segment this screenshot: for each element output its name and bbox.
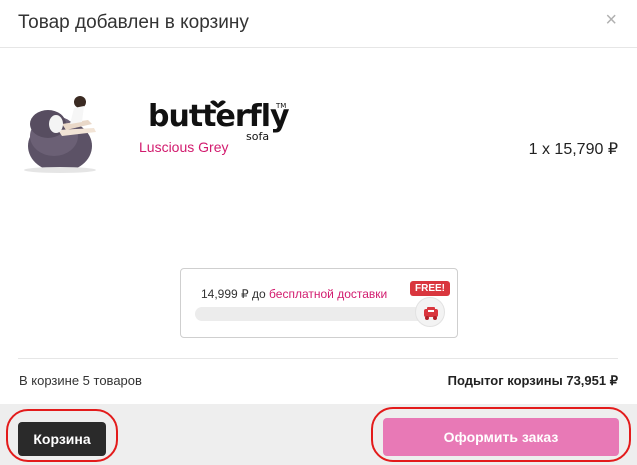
product-image[interactable] — [18, 84, 110, 176]
cart-item-count: В корзине 5 товаров — [19, 373, 142, 388]
cart-subtotal: Подытог корзины 73,951 ₽ — [448, 373, 618, 389]
modal-footer: Корзина Оформить заказ — [0, 404, 637, 465]
free-shipping-progress-box: 14,999 ₽ до бесплатной доставки FREE! — [180, 268, 458, 338]
summary-divider — [18, 358, 618, 359]
svg-text:TM: TM — [275, 102, 286, 110]
product-price-quantity: 1 x 15,790 ₽ — [528, 141, 618, 158]
brand-logo: butterfly sofa TM — [148, 99, 290, 142]
product-variant-link[interactable]: Luscious Grey — [139, 139, 228, 155]
free-shipping-link[interactable]: бесплатной доставки — [269, 287, 387, 301]
shipping-progress-bar — [195, 307, 431, 321]
shipping-text-middle: до — [252, 287, 266, 301]
subtotal-value: 73,951 ₽ — [566, 373, 618, 388]
free-shipping-text: 14,999 ₽ до бесплатной доставки — [201, 287, 387, 301]
free-badge: FREE! — [410, 281, 450, 296]
modal-header: Товар добавлен в корзину × — [0, 0, 637, 48]
cart-button[interactable]: Корзина — [18, 422, 106, 456]
checkout-button[interactable]: Оформить заказ — [383, 418, 619, 456]
close-icon[interactable]: × — [605, 10, 617, 30]
svg-text:sofa: sofa — [246, 130, 269, 142]
subtotal-label: Подытог корзины — [447, 373, 563, 388]
modal-title: Товар добавлен в корзину — [18, 12, 249, 33]
remaining-amount: 14,999 ₽ — [201, 287, 249, 301]
truck-icon — [424, 307, 438, 320]
truck-icon-wrap — [415, 297, 445, 327]
